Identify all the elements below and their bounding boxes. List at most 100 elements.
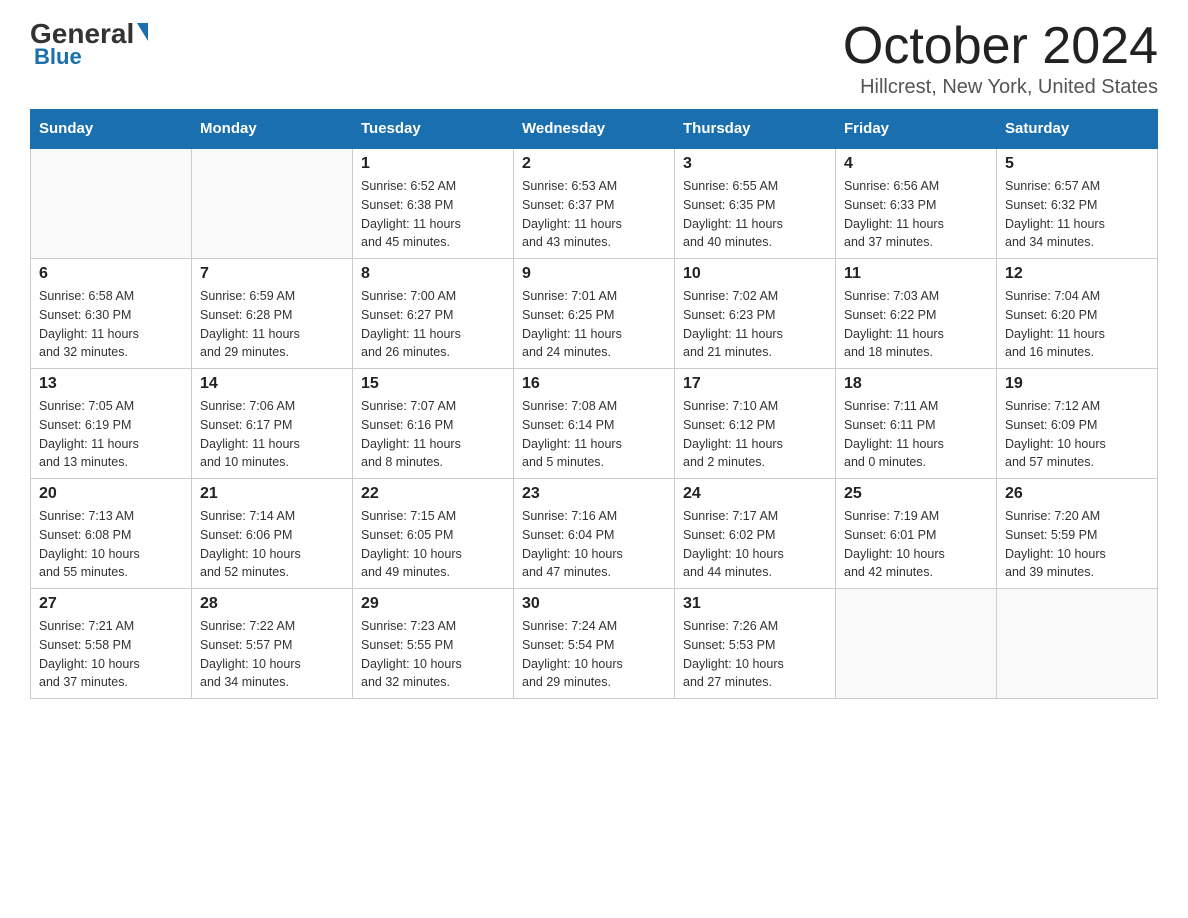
day-info: Sunrise: 7:05 AM Sunset: 6:19 PM Dayligh… xyxy=(39,397,183,472)
day-number: 27 xyxy=(39,595,183,613)
day-info: Sunrise: 6:59 AM Sunset: 6:28 PM Dayligh… xyxy=(200,287,344,362)
day-info: Sunrise: 7:26 AM Sunset: 5:53 PM Dayligh… xyxy=(683,617,827,692)
calendar-cell: 22 Sunrise: 7:15 AM Sunset: 6:05 PM Dayli… xyxy=(353,479,514,589)
calendar-cell: 25 Sunrise: 7:19 AM Sunset: 6:01 PM Dayli… xyxy=(836,479,997,589)
calendar-week-row: 1Sunrise: 6:52 AM Sunset: 6:38 PM Daylig… xyxy=(31,148,1158,259)
weekday-header-cell: Tuesday xyxy=(353,110,514,149)
day-number: 31 xyxy=(683,595,827,613)
calendar-week-row: 13 Sunrise: 7:05 AM Sunset: 6:19 PM Dayli… xyxy=(31,369,1158,479)
calendar-week-row: 6 Sunrise: 6:58 AM Sunset: 6:30 PM Daylig… xyxy=(31,259,1158,369)
day-number: 19 xyxy=(1005,375,1149,393)
calendar-cell: 7 Sunrise: 6:59 AM Sunset: 6:28 PM Daylig… xyxy=(192,259,353,369)
calendar-cell: 28 Sunrise: 7:22 AM Sunset: 5:57 PM Dayli… xyxy=(192,589,353,699)
day-number: 18 xyxy=(844,375,988,393)
calendar-cell: 20Sunrise: 7:13 AM Sunset: 6:08 PM Dayli… xyxy=(31,479,192,589)
calendar-cell xyxy=(836,589,997,699)
day-info: Sunrise: 7:10 AM Sunset: 6:12 PM Dayligh… xyxy=(683,397,827,472)
day-info: Sunrise: 7:03 AM Sunset: 6:22 PM Dayligh… xyxy=(844,287,988,362)
logo: General Blue xyxy=(30,20,148,70)
calendar-cell: 10 Sunrise: 7:02 AM Sunset: 6:23 PM Dayli… xyxy=(675,259,836,369)
day-number: 13 xyxy=(39,375,183,393)
day-info: Sunrise: 7:22 AM Sunset: 5:57 PM Dayligh… xyxy=(200,617,344,692)
calendar-table: SundayMondayTuesdayWednesdayThursdayFrid… xyxy=(30,109,1158,699)
calendar-cell: 23Sunrise: 7:16 AM Sunset: 6:04 PM Dayli… xyxy=(514,479,675,589)
calendar-cell: 18 Sunrise: 7:11 AM Sunset: 6:11 PM Dayli… xyxy=(836,369,997,479)
month-title: October 2024 xyxy=(843,20,1158,72)
day-info: Sunrise: 7:20 AM Sunset: 5:59 PM Dayligh… xyxy=(1005,507,1149,582)
page-header: General Blue October 2024 Hillcrest, New… xyxy=(30,20,1158,99)
day-info: Sunrise: 6:52 AM Sunset: 6:38 PM Dayligh… xyxy=(361,177,505,252)
day-number: 25 xyxy=(844,485,988,503)
logo-blue: Blue xyxy=(30,44,82,70)
day-info: Sunrise: 6:56 AM Sunset: 6:33 PM Dayligh… xyxy=(844,177,988,252)
day-number: 24 xyxy=(683,485,827,503)
day-info: Sunrise: 7:02 AM Sunset: 6:23 PM Dayligh… xyxy=(683,287,827,362)
calendar-cell: 4 Sunrise: 6:56 AM Sunset: 6:33 PM Daylig… xyxy=(836,148,997,259)
day-number: 11 xyxy=(844,265,988,283)
calendar-cell: 30Sunrise: 7:24 AM Sunset: 5:54 PM Dayli… xyxy=(514,589,675,699)
day-number: 23 xyxy=(522,485,666,503)
weekday-header-row: SundayMondayTuesdayWednesdayThursdayFrid… xyxy=(31,110,1158,149)
calendar-cell: 9Sunrise: 7:01 AM Sunset: 6:25 PM Daylig… xyxy=(514,259,675,369)
day-number: 2 xyxy=(522,155,666,173)
day-info: Sunrise: 6:58 AM Sunset: 6:30 PM Dayligh… xyxy=(39,287,183,362)
day-info: Sunrise: 7:08 AM Sunset: 6:14 PM Dayligh… xyxy=(522,397,666,472)
weekday-header-cell: Sunday xyxy=(31,110,192,149)
day-number: 9 xyxy=(522,265,666,283)
weekday-header-cell: Friday xyxy=(836,110,997,149)
calendar-cell: 12Sunrise: 7:04 AM Sunset: 6:20 PM Dayli… xyxy=(997,259,1158,369)
calendar-cell: 2 Sunrise: 6:53 AM Sunset: 6:37 PM Daylig… xyxy=(514,148,675,259)
day-info: Sunrise: 7:13 AM Sunset: 6:08 PM Dayligh… xyxy=(39,507,183,582)
weekday-header-cell: Saturday xyxy=(997,110,1158,149)
day-number: 29 xyxy=(361,595,505,613)
day-info: Sunrise: 7:19 AM Sunset: 6:01 PM Dayligh… xyxy=(844,507,988,582)
day-info: Sunrise: 7:15 AM Sunset: 6:05 PM Dayligh… xyxy=(361,507,505,582)
calendar-cell: 3Sunrise: 6:55 AM Sunset: 6:35 PM Daylig… xyxy=(675,148,836,259)
calendar-week-row: 20Sunrise: 7:13 AM Sunset: 6:08 PM Dayli… xyxy=(31,479,1158,589)
calendar-cell xyxy=(192,148,353,259)
day-info: Sunrise: 7:11 AM Sunset: 6:11 PM Dayligh… xyxy=(844,397,988,472)
weekday-header-cell: Thursday xyxy=(675,110,836,149)
calendar-cell: 17 Sunrise: 7:10 AM Sunset: 6:12 PM Dayli… xyxy=(675,369,836,479)
day-number: 28 xyxy=(200,595,344,613)
day-number: 22 xyxy=(361,485,505,503)
day-number: 17 xyxy=(683,375,827,393)
calendar-cell: 8 Sunrise: 7:00 AM Sunset: 6:27 PM Daylig… xyxy=(353,259,514,369)
calendar-cell: 24 Sunrise: 7:17 AM Sunset: 6:02 PM Dayli… xyxy=(675,479,836,589)
day-number: 6 xyxy=(39,265,183,283)
day-info: Sunrise: 7:12 AM Sunset: 6:09 PM Dayligh… xyxy=(1005,397,1149,472)
day-info: Sunrise: 6:53 AM Sunset: 6:37 PM Dayligh… xyxy=(522,177,666,252)
day-number: 16 xyxy=(522,375,666,393)
day-info: Sunrise: 7:00 AM Sunset: 6:27 PM Dayligh… xyxy=(361,287,505,362)
day-info: Sunrise: 7:17 AM Sunset: 6:02 PM Dayligh… xyxy=(683,507,827,582)
day-number: 7 xyxy=(200,265,344,283)
calendar-cell: 11 Sunrise: 7:03 AM Sunset: 6:22 PM Dayli… xyxy=(836,259,997,369)
day-number: 12 xyxy=(1005,265,1149,283)
day-info: Sunrise: 7:07 AM Sunset: 6:16 PM Dayligh… xyxy=(361,397,505,472)
day-info: Sunrise: 7:14 AM Sunset: 6:06 PM Dayligh… xyxy=(200,507,344,582)
calendar-cell: 15 Sunrise: 7:07 AM Sunset: 6:16 PM Dayli… xyxy=(353,369,514,479)
day-info: Sunrise: 7:24 AM Sunset: 5:54 PM Dayligh… xyxy=(522,617,666,692)
day-info: Sunrise: 6:55 AM Sunset: 6:35 PM Dayligh… xyxy=(683,177,827,252)
day-number: 4 xyxy=(844,155,988,173)
day-number: 26 xyxy=(1005,485,1149,503)
day-info: Sunrise: 7:23 AM Sunset: 5:55 PM Dayligh… xyxy=(361,617,505,692)
calendar-cell: 21 Sunrise: 7:14 AM Sunset: 6:06 PM Dayli… xyxy=(192,479,353,589)
day-info: Sunrise: 6:57 AM Sunset: 6:32 PM Dayligh… xyxy=(1005,177,1149,252)
calendar-cell: 1Sunrise: 6:52 AM Sunset: 6:38 PM Daylig… xyxy=(353,148,514,259)
calendar-cell: 19 Sunrise: 7:12 AM Sunset: 6:09 PM Dayli… xyxy=(997,369,1158,479)
day-number: 10 xyxy=(683,265,827,283)
calendar-cell: 6 Sunrise: 6:58 AM Sunset: 6:30 PM Daylig… xyxy=(31,259,192,369)
day-number: 8 xyxy=(361,265,505,283)
day-number: 21 xyxy=(200,485,344,503)
location: Hillcrest, New York, United States xyxy=(843,76,1158,99)
calendar-cell: 27 Sunrise: 7:21 AM Sunset: 5:58 PM Dayli… xyxy=(31,589,192,699)
day-info: Sunrise: 7:06 AM Sunset: 6:17 PM Dayligh… xyxy=(200,397,344,472)
calendar-cell: 16 Sunrise: 7:08 AM Sunset: 6:14 PM Dayli… xyxy=(514,369,675,479)
calendar-cell: 26 Sunrise: 7:20 AM Sunset: 5:59 PM Dayli… xyxy=(997,479,1158,589)
day-info: Sunrise: 7:21 AM Sunset: 5:58 PM Dayligh… xyxy=(39,617,183,692)
calendar-cell xyxy=(31,148,192,259)
weekday-header-cell: Wednesday xyxy=(514,110,675,149)
day-number: 15 xyxy=(361,375,505,393)
calendar-body: 1Sunrise: 6:52 AM Sunset: 6:38 PM Daylig… xyxy=(31,148,1158,699)
